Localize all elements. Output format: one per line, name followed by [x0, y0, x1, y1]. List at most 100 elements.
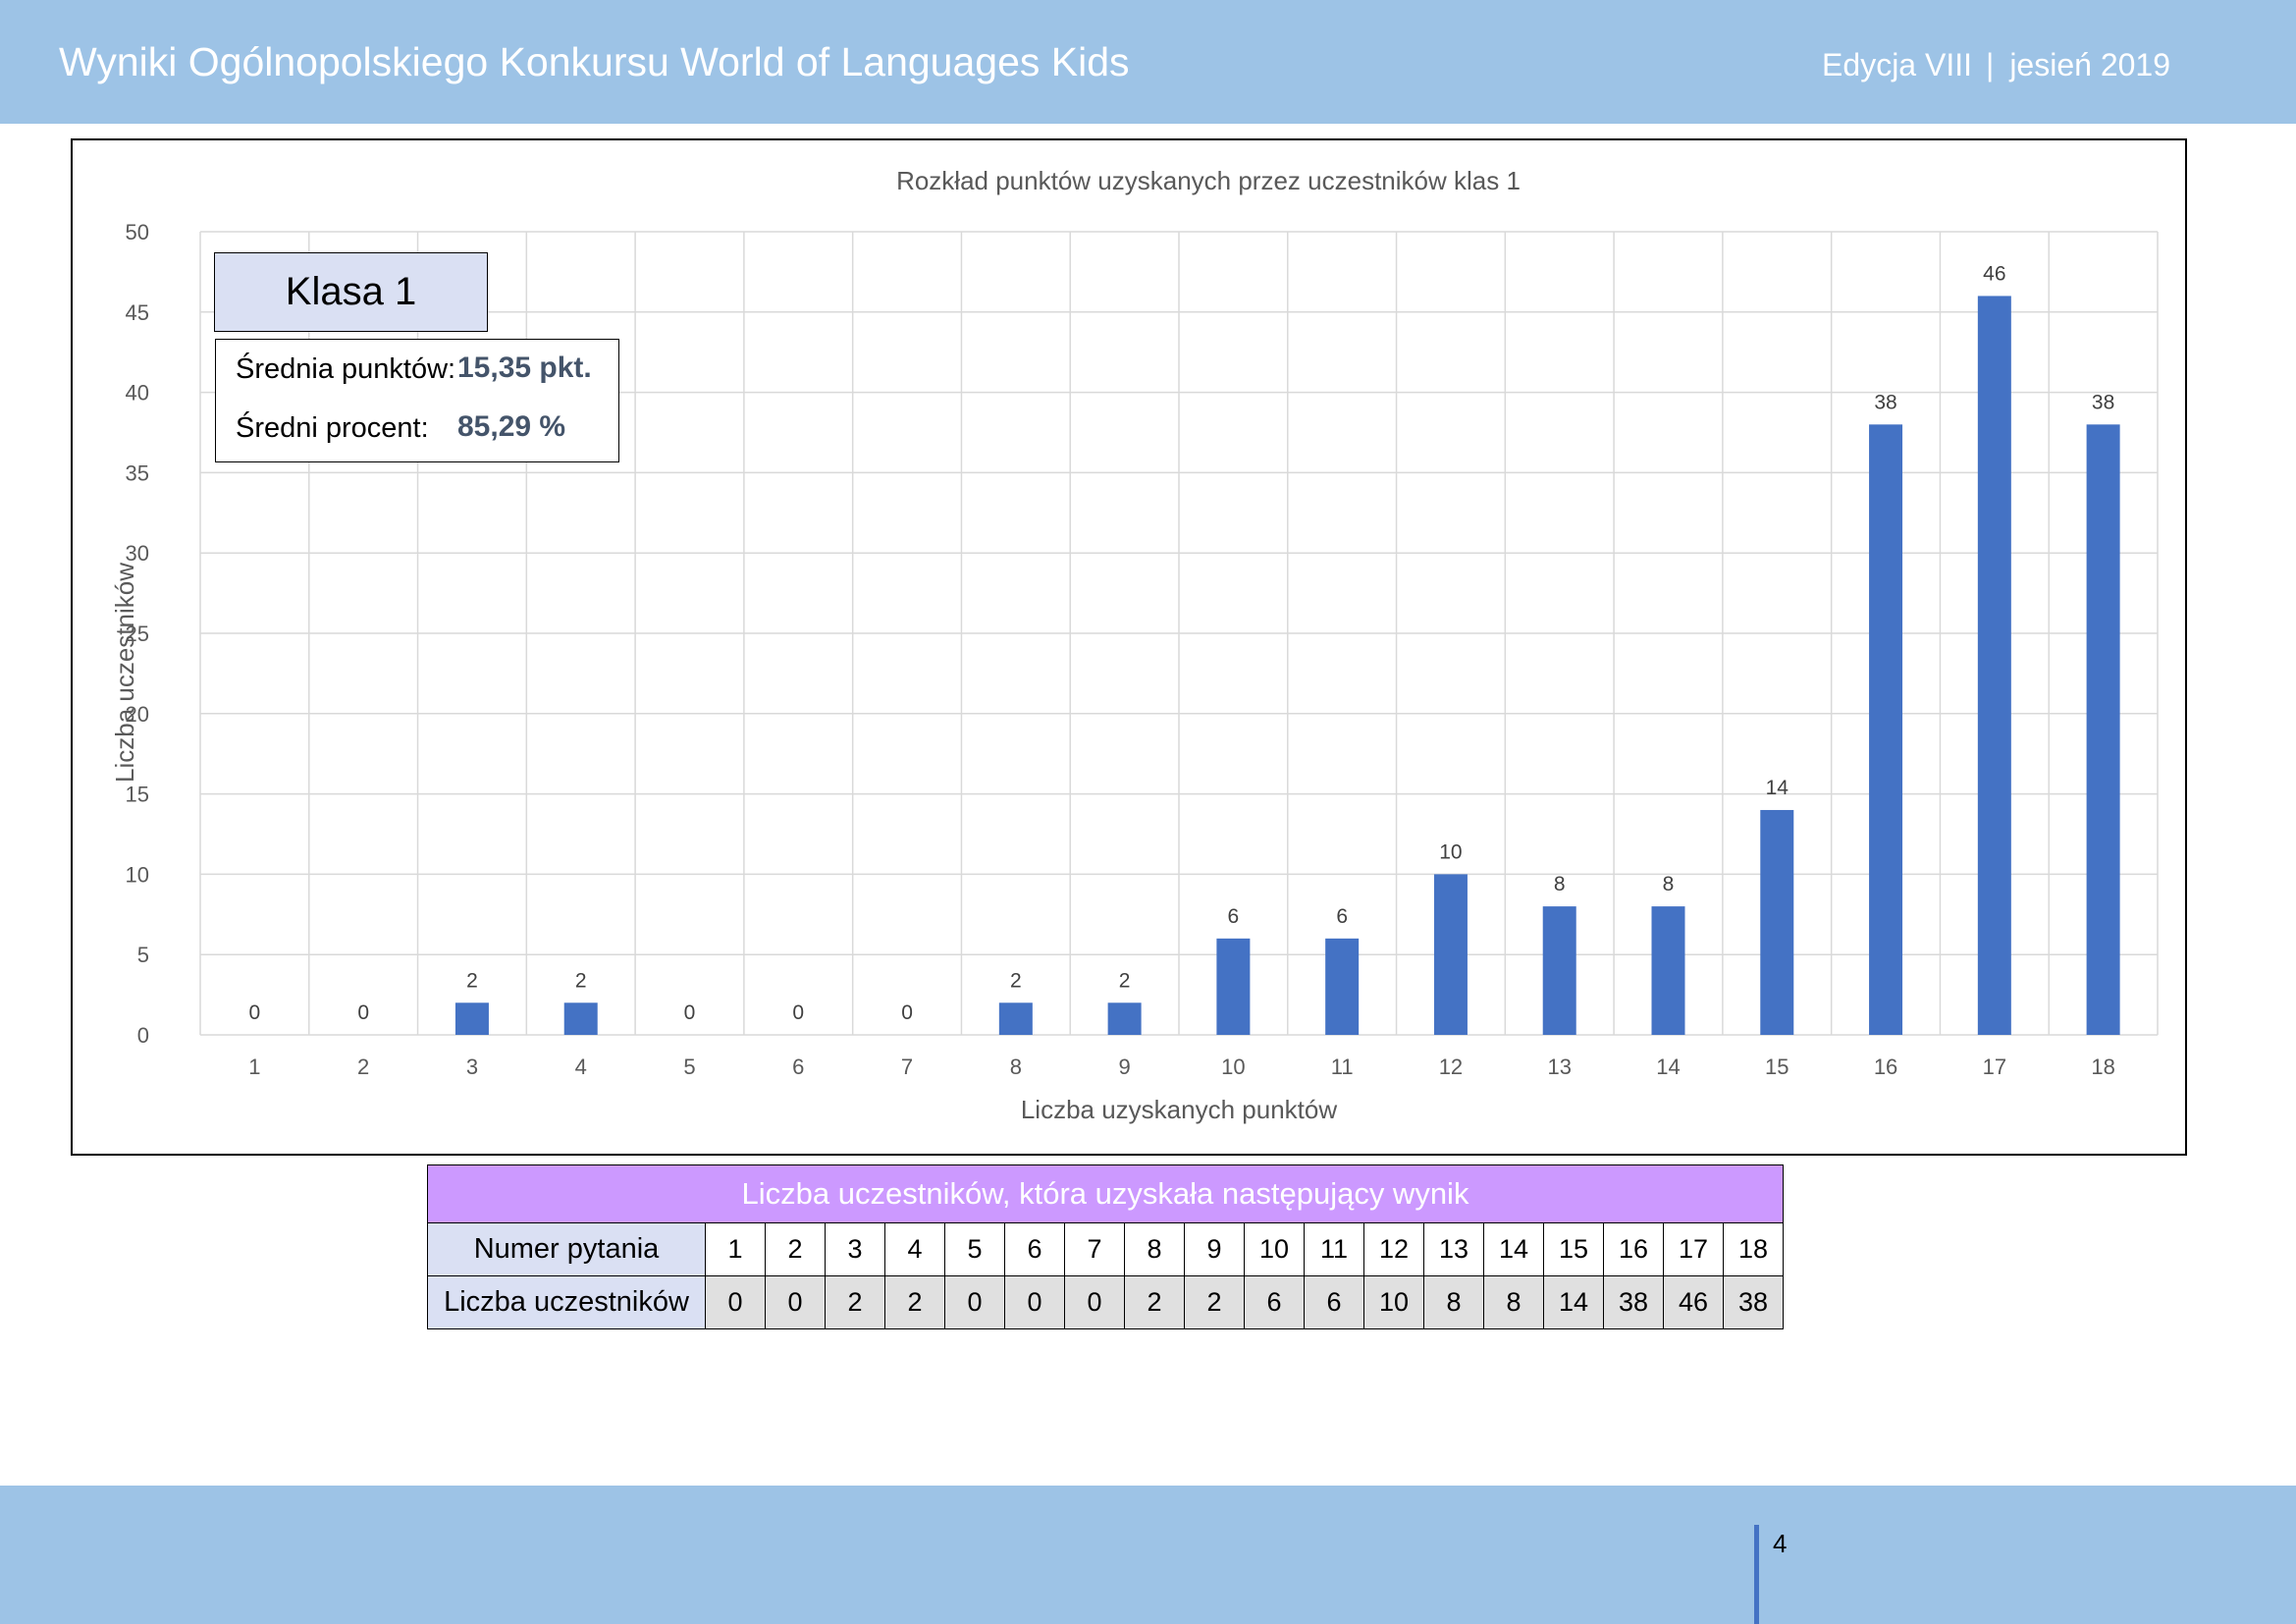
data-label: 2 — [1010, 969, 1022, 992]
bar — [1325, 938, 1360, 1035]
data-label: 8 — [1554, 873, 1566, 895]
y-tick-label: 15 — [126, 783, 149, 807]
table-cell-number: 9 — [1184, 1222, 1245, 1276]
table-cell-count: 0 — [944, 1275, 1005, 1329]
table-cell-number: 6 — [1004, 1222, 1065, 1276]
bar — [454, 1002, 489, 1035]
y-tick-label: 5 — [137, 943, 149, 967]
table-cell-number: 5 — [944, 1222, 1005, 1276]
data-label: 46 — [1983, 262, 2005, 285]
table-cell-count: 0 — [1064, 1275, 1125, 1329]
page-title: Wyniki Ogólnopolskiego Konkursu World of… — [59, 39, 1130, 84]
bar — [998, 1002, 1033, 1035]
table-cell-count: 14 — [1543, 1275, 1604, 1329]
data-label: 6 — [1336, 905, 1348, 928]
table-cell-count: 2 — [1124, 1275, 1185, 1329]
bar — [563, 1002, 598, 1035]
y-tick-label: 45 — [126, 300, 149, 325]
table-cell-count: 2 — [1184, 1275, 1245, 1329]
footer-divider — [1754, 1525, 1759, 1624]
season-label: jesień 2019 — [2009, 47, 2170, 82]
y-tick-label: 30 — [126, 541, 149, 566]
x-tick-label: 18 — [2091, 1055, 2114, 1079]
table-cell-count: 0 — [1004, 1275, 1065, 1329]
edition-info: Edycja VIII | jesień 2019 — [1822, 47, 2170, 83]
table-cell-count: 0 — [765, 1275, 826, 1329]
y-axis-title: Liczba uczestników — [110, 563, 139, 783]
table-cell-number: 8 — [1124, 1222, 1185, 1276]
table-cell-number: 1 — [705, 1222, 766, 1276]
avg-points-value: 15,35 pkt. — [457, 352, 592, 384]
data-label: 2 — [466, 969, 478, 992]
avg-percent-value: 85,29 % — [457, 410, 566, 443]
bar — [1107, 1002, 1142, 1035]
footer-band — [0, 1486, 2296, 1624]
header-band: Wyniki Ogólnopolskiego Konkursu World of… — [0, 0, 2296, 124]
y-tick-label: 50 — [126, 220, 149, 244]
data-label: 10 — [1439, 840, 1462, 863]
table-cell-number: 15 — [1543, 1222, 1604, 1276]
data-label: 0 — [792, 1001, 804, 1024]
data-label: 0 — [901, 1001, 913, 1024]
table-cell-count: 10 — [1363, 1275, 1424, 1329]
table-cell-number: 14 — [1483, 1222, 1544, 1276]
avg-percent-label: Średni procent: — [236, 412, 429, 444]
x-tick-label: 7 — [901, 1055, 913, 1079]
data-label: 14 — [1766, 777, 1789, 799]
table-cell-number: 16 — [1603, 1222, 1664, 1276]
x-tick-label: 3 — [466, 1055, 478, 1079]
x-tick-label: 15 — [1765, 1055, 1789, 1079]
table-cell-count: 8 — [1423, 1275, 1484, 1329]
table-cell-count: 38 — [1603, 1275, 1664, 1329]
table-cell-count: 0 — [705, 1275, 766, 1329]
bar — [1542, 906, 1576, 1035]
x-axis-title: Liczba uzyskanych punktów — [1021, 1095, 1338, 1124]
table-row-numbers: Numer pytania 1 2 3 4 5 6 7 8 9 10 11 12 13 14 15 16 17 1… — [427, 1222, 1784, 1276]
data-label: 38 — [2092, 391, 2114, 413]
table-cell-count: 2 — [825, 1275, 885, 1329]
edition-label: Edycja VIII — [1822, 47, 1972, 82]
x-tick-label: 2 — [357, 1055, 369, 1079]
y-tick-label: 0 — [137, 1023, 149, 1048]
class-label-box: Klasa 1 — [214, 252, 488, 332]
x-tick-label: 14 — [1656, 1055, 1680, 1079]
page-number: 4 — [1773, 1529, 1788, 1558]
x-tick-label: 9 — [1118, 1055, 1130, 1079]
bar — [1216, 938, 1251, 1035]
header-separator: | — [1986, 47, 1995, 82]
chart-title: Rozkład punktów uzyskanych przez uczestn… — [896, 166, 1521, 195]
y-tick-label: 10 — [126, 862, 149, 887]
table-cell-number: 12 — [1363, 1222, 1424, 1276]
x-tick-label: 5 — [683, 1055, 695, 1079]
table-cell-count: 8 — [1483, 1275, 1544, 1329]
bar — [2086, 424, 2120, 1035]
table-cell-count: 6 — [1304, 1275, 1364, 1329]
table-cell-number: 17 — [1663, 1222, 1724, 1276]
avg-points-label: Średnia punktów: — [236, 353, 456, 385]
x-tick-label: 6 — [792, 1055, 804, 1079]
table-cell-count: 2 — [884, 1275, 945, 1329]
bar — [1651, 906, 1685, 1035]
row-label-counts: Liczba uczestników — [427, 1275, 706, 1329]
data-label: 0 — [249, 1001, 261, 1024]
data-label: 0 — [684, 1001, 696, 1024]
x-tick-label: 17 — [1983, 1055, 2006, 1079]
table-cell-number: 2 — [765, 1222, 826, 1276]
table-cell-count: 38 — [1723, 1275, 1784, 1329]
data-label: 38 — [1874, 391, 1896, 413]
bar — [1433, 874, 1468, 1035]
row-label-numbers: Numer pytania — [427, 1222, 706, 1276]
x-tick-label: 8 — [1010, 1055, 1022, 1079]
data-label: 0 — [357, 1001, 369, 1024]
x-tick-label: 4 — [575, 1055, 587, 1079]
stats-box: Średnia punktów: 15,35 pkt. Średni proce… — [215, 339, 619, 462]
y-tick-label: 40 — [126, 381, 149, 406]
table-cell-count: 6 — [1244, 1275, 1305, 1329]
bar — [1977, 296, 2011, 1035]
x-tick-label: 10 — [1221, 1055, 1245, 1079]
x-tick-label: 12 — [1439, 1055, 1463, 1079]
table-title: Liczba uczestników, która uzyskała nastę… — [427, 1164, 1784, 1223]
bar — [1760, 809, 1794, 1035]
table-cell-number: 13 — [1423, 1222, 1484, 1276]
table-cell-number: 3 — [825, 1222, 885, 1276]
